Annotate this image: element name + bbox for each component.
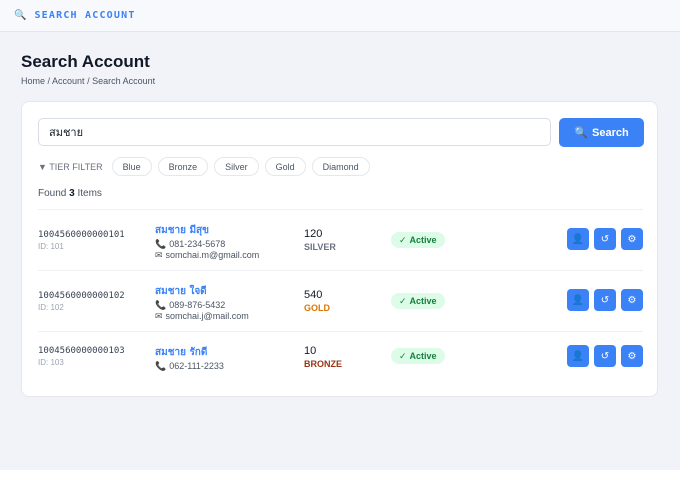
app-window: 🔍 SEARCH ACCOUNT Search Account Home / A… xyxy=(0,0,680,470)
gear-icon: ⚙ xyxy=(627,350,637,362)
user-icon: 👤 xyxy=(571,233,585,245)
check-icon: ✓ xyxy=(399,350,407,361)
customer-name[interactable]: สมชาย มีสุข xyxy=(155,223,209,238)
results-list: 1004560000000101 ID: 101 สมชาย มีสุข 📞 08… xyxy=(38,209,643,392)
points-value: 540 xyxy=(304,289,323,301)
filter-chip-diamond[interactable]: Diamond xyxy=(311,157,370,176)
result-count-prefix: Found xyxy=(38,188,67,199)
customer-email: ✉ somchai.m@gmail.com xyxy=(155,250,259,261)
top-bar: 🔍 SEARCH ACCOUNT xyxy=(0,0,680,32)
gear-icon: ⚙ xyxy=(627,233,637,245)
check-icon: ✓ xyxy=(399,234,407,245)
account-number: 1004560000000101 xyxy=(38,230,125,240)
customer-phone: 📞 089-876-5432 xyxy=(155,300,225,311)
list-item[interactable]: 1004560000000101 ID: 101 สมชาย มีสุข 📞 08… xyxy=(38,209,643,270)
phone-value: 081-234-5678 xyxy=(169,239,226,249)
status-text: Active xyxy=(409,235,437,245)
account-id: ID: 103 xyxy=(38,358,64,367)
filter-chip-gold[interactable]: Gold xyxy=(264,157,306,176)
view-profile-button[interactable]: 👤 xyxy=(567,289,589,311)
customer-phone: 📞 081-234-5678 xyxy=(155,239,225,250)
refresh-button[interactable]: ↺ xyxy=(594,345,616,367)
settings-button[interactable]: ⚙ xyxy=(621,289,643,311)
phone-icon: 📞 xyxy=(155,361,167,371)
result-count-number: 3 xyxy=(69,188,75,199)
status-badge: ✓ Active xyxy=(391,232,445,248)
tier-label: SILVER xyxy=(304,242,336,252)
customer-phone: 📞 062-111-2233 xyxy=(155,361,224,372)
breadcrumb-current: Search Account xyxy=(92,76,156,86)
result-count-suffix: Items xyxy=(77,188,102,199)
list-item[interactable]: 1004560000000102 ID: 102 สมชาย ใจดี 📞 089… xyxy=(38,270,643,331)
list-item[interactable]: 1004560000000103 ID: 103 สมชาย รักดี 📞 06… xyxy=(38,331,643,392)
refresh-icon: ↺ xyxy=(600,233,610,245)
user-icon: 👤 xyxy=(571,294,585,306)
search-input[interactable] xyxy=(38,118,551,146)
account-number: 1004560000000102 xyxy=(38,291,125,301)
account-id: ID: 102 xyxy=(38,303,64,312)
status-badge: ✓ Active xyxy=(391,348,445,364)
refresh-icon: ↺ xyxy=(600,350,610,362)
account-number: 1004560000000103 xyxy=(38,346,125,356)
view-profile-button[interactable]: 👤 xyxy=(567,228,589,250)
settings-button[interactable]: ⚙ xyxy=(621,345,643,367)
refresh-button[interactable]: ↺ xyxy=(594,228,616,250)
phone-icon: 📞 xyxy=(155,300,167,310)
result-count: Found 3 Items xyxy=(38,188,102,199)
breadcrumb-home[interactable]: Home xyxy=(21,76,45,86)
email-value: somchai.j@mail.com xyxy=(165,311,249,321)
points-value: 120 xyxy=(304,228,323,240)
status-text: Active xyxy=(409,351,437,361)
mail-icon: ✉ xyxy=(155,311,163,321)
filter-chip-silver[interactable]: Silver xyxy=(214,157,259,176)
filter-chip-blue[interactable]: Blue xyxy=(111,157,152,176)
refresh-button[interactable]: ↺ xyxy=(594,289,616,311)
tier-label: BRONZE xyxy=(304,359,342,369)
search-icon: 🔍 xyxy=(14,10,27,21)
search-card: 🔍 Search ▼ TIER FILTER Blue Bronze Silve… xyxy=(21,101,658,397)
status-text: Active xyxy=(409,296,437,306)
search-button-label: Search xyxy=(592,126,629,139)
row-actions: 👤 ↺ ⚙ xyxy=(567,345,643,367)
customer-email: ✉ somchai.j@mail.com xyxy=(155,311,249,322)
gear-icon: ⚙ xyxy=(627,294,637,306)
breadcrumb-account[interactable]: Account xyxy=(52,76,85,86)
view-profile-button[interactable]: 👤 xyxy=(567,345,589,367)
page-header: Search Account Home / Account / Search A… xyxy=(21,52,155,86)
search-button[interactable]: 🔍 Search xyxy=(559,118,644,147)
row-actions: 👤 ↺ ⚙ xyxy=(567,228,643,250)
topbar-title: SEARCH ACCOUNT xyxy=(34,10,136,21)
email-value: somchai.m@gmail.com xyxy=(165,250,260,260)
tier-filter-label: ▼ TIER FILTER xyxy=(38,161,103,172)
breadcrumb: Home / Account / Search Account xyxy=(21,76,156,86)
phone-icon: 📞 xyxy=(155,239,167,249)
filter-chip-bronze[interactable]: Bronze xyxy=(157,157,209,176)
refresh-icon: ↺ xyxy=(600,294,610,306)
row-actions: 👤 ↺ ⚙ xyxy=(567,289,643,311)
account-id: ID: 101 xyxy=(38,242,64,251)
settings-button[interactable]: ⚙ xyxy=(621,228,643,250)
tier-label: GOLD xyxy=(304,303,330,313)
tier-filter: ▼ TIER FILTER Blue Bronze Silver Gold Di… xyxy=(38,157,370,176)
mail-icon: ✉ xyxy=(155,250,163,260)
points-value: 10 xyxy=(304,345,317,357)
phone-value: 062-111-2233 xyxy=(169,361,224,371)
status-badge: ✓ Active xyxy=(391,293,445,309)
customer-name[interactable]: สมชาย ใจดี xyxy=(155,284,207,299)
check-icon: ✓ xyxy=(399,295,407,306)
search-icon: 🔍 xyxy=(574,127,588,139)
page-title: Search Account xyxy=(21,52,150,71)
user-icon: 👤 xyxy=(571,350,585,362)
phone-value: 089-876-5432 xyxy=(169,300,226,310)
customer-name[interactable]: สมชาย รักดี xyxy=(155,345,207,360)
